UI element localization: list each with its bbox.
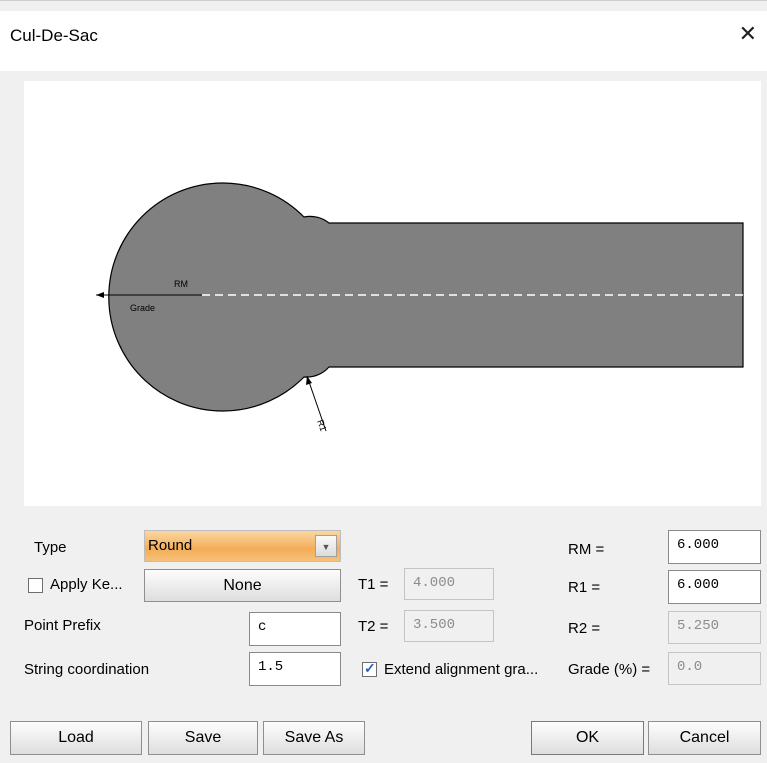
cul-de-sac-diagram: RM Grade R1 bbox=[96, 182, 744, 433]
preview-canvas: RM Grade R1 bbox=[24, 81, 761, 506]
rm-arrowhead bbox=[96, 292, 104, 298]
grade-field-label: Grade (%) = bbox=[568, 661, 651, 678]
extend-alignment-label: Extend alignment gra... bbox=[384, 661, 539, 678]
r1-input[interactable]: 6.000 bbox=[668, 570, 761, 604]
r2-field-label: R2 = bbox=[568, 620, 601, 637]
point-prefix-label: Point Prefix bbox=[24, 617, 101, 634]
rm-label: RM bbox=[174, 279, 188, 289]
r1-field-label: R1 = bbox=[568, 579, 601, 596]
r2-field: 5.250 bbox=[668, 611, 761, 644]
rm-field-label: RM = bbox=[568, 541, 605, 558]
title-bar: Cul-De-Sac ✕ bbox=[0, 11, 767, 71]
type-label: Type bbox=[34, 539, 67, 556]
cul-de-sac-dialog: Cul-De-Sac ✕ RM Grade R1 Type Round ▼ Ap… bbox=[0, 0, 767, 763]
string-coordination-label: String coordination bbox=[24, 661, 150, 678]
ok-button[interactable]: OK bbox=[531, 721, 644, 755]
chevron-down-icon[interactable]: ▼ bbox=[315, 535, 337, 557]
close-icon[interactable]: ✕ bbox=[739, 23, 757, 45]
cul-de-sac-shape bbox=[108, 182, 744, 412]
apply-checkbox[interactable] bbox=[28, 578, 43, 593]
t1-label: T1 = bbox=[358, 576, 389, 593]
string-coordination-input[interactable]: 1.5 bbox=[249, 652, 341, 686]
type-value: Round bbox=[148, 537, 193, 554]
save-as-button[interactable]: Save As bbox=[263, 721, 365, 755]
r1-label: R1 bbox=[315, 418, 328, 432]
t1-field: 4.000 bbox=[404, 568, 494, 600]
grade-field: 0.0 bbox=[668, 652, 761, 685]
check-icon: ✓ bbox=[364, 660, 376, 676]
load-button[interactable]: Load bbox=[10, 721, 142, 755]
grade-label: Grade bbox=[130, 303, 155, 313]
save-button[interactable]: Save bbox=[148, 721, 258, 755]
window-title: Cul-De-Sac bbox=[10, 26, 98, 45]
rm-input[interactable]: 6.000 bbox=[668, 530, 761, 564]
t2-label: T2 = bbox=[358, 618, 389, 635]
apply-label: Apply Ke... bbox=[50, 576, 123, 593]
type-select[interactable]: Round ▼ bbox=[144, 530, 341, 562]
extend-alignment-checkbox[interactable]: ✓ bbox=[362, 660, 377, 677]
apply-none-button[interactable]: None bbox=[144, 569, 341, 602]
cancel-button[interactable]: Cancel bbox=[648, 721, 761, 755]
point-prefix-input[interactable]: c bbox=[249, 612, 341, 646]
t2-field: 3.500 bbox=[404, 610, 494, 642]
